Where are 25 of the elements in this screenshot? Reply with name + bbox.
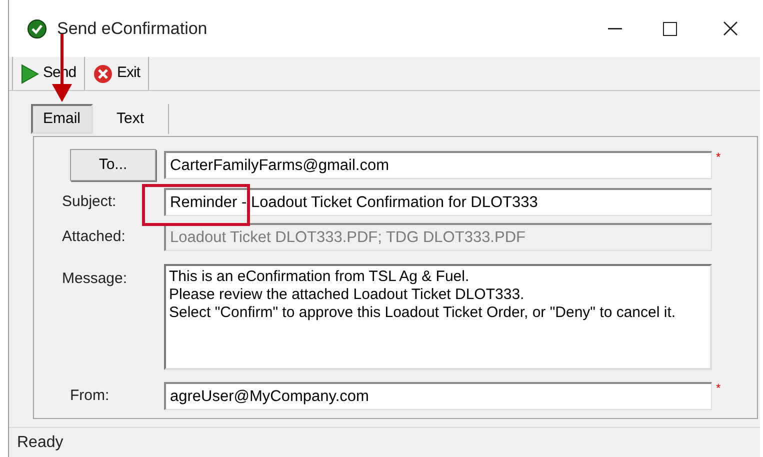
text-field[interactable]: agreUser@MyCompany.com xyxy=(164,382,712,410)
required-asterisk: * xyxy=(716,382,721,394)
to-button[interactable]: To... xyxy=(70,149,156,181)
message-line: Select "Confirm" to approve this Loadout Ticket Order, or "Deny" to cancel it. xyxy=(169,304,676,322)
message-line: This is an eConfirmation from TSL Ag & Fuel. xyxy=(169,268,470,286)
text-field[interactable]: CarterFamilyFarms@gmail.com xyxy=(164,151,712,179)
close-icon xyxy=(722,21,738,36)
check-icon xyxy=(27,18,47,38)
status-text: Ready xyxy=(17,432,64,452)
field-label: Subject: xyxy=(61,192,118,212)
minimize-icon xyxy=(608,28,622,30)
field-label: Attached: xyxy=(61,226,126,247)
toolbar-button[interactable]: Exit xyxy=(85,57,150,90)
required-asterisk: * xyxy=(716,151,721,163)
maximize-icon xyxy=(663,22,677,36)
message-textarea[interactable]: This is an eConfirmation from TSL Ag & Fuel. Please review the attached Loadout Ticket DLOT333. Select "Confirm" to approve this Loadout Ticket Order, or "Deny" to cancel it. xyxy=(164,264,712,370)
close-icon xyxy=(93,64,114,84)
tab[interactable]: Email xyxy=(31,104,93,134)
field-label: Message: xyxy=(61,269,128,289)
text-field[interactable]: Reminder - Loadout Ticket Confirmation for DLOT333 xyxy=(164,188,712,216)
message-line: Please review the attached Loadout Ticket DLOT333. xyxy=(169,286,524,304)
field-label: From: xyxy=(69,386,110,406)
window-title: Send eConfirmation xyxy=(57,18,208,40)
tab[interactable]: Text xyxy=(106,104,170,134)
play-icon xyxy=(21,64,39,84)
